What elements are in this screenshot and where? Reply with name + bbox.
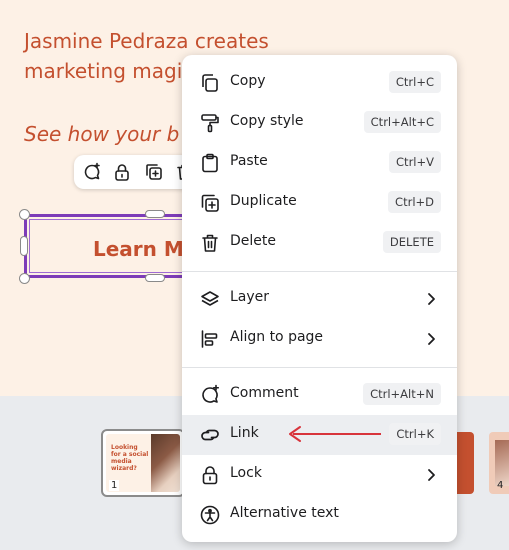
- menu-item-comment[interactable]: Comment Ctrl+Alt+N: [182, 375, 457, 415]
- page-thumbnail-3[interactable]: [456, 432, 474, 494]
- duplicate-icon: [199, 192, 221, 214]
- menu-item-lock[interactable]: Lock: [182, 455, 457, 495]
- layers-icon: [199, 288, 221, 310]
- chevron-right-icon: [423, 331, 439, 347]
- annotation-arrow-icon: [289, 426, 381, 442]
- menu-item-duplicate[interactable]: Duplicate Ctrl+D: [182, 183, 457, 223]
- chevron-right-icon: [423, 291, 439, 307]
- page-number: 1: [109, 480, 120, 491]
- shortcut-badge: Ctrl+Alt+C: [363, 111, 441, 133]
- menu-item-label: Comment: [230, 385, 299, 401]
- menu-item-label: Paste: [230, 153, 268, 169]
- resize-handle-bottom-left[interactable]: [19, 273, 30, 284]
- clipboard-icon: [199, 152, 221, 174]
- menu-item-label: Copy: [230, 73, 266, 89]
- menu-item-delete[interactable]: Delete DELETE: [182, 223, 457, 263]
- menu-item-align-to-page[interactable]: Align to page: [182, 319, 457, 359]
- menu-item-label: Delete: [230, 233, 276, 249]
- thumbnail-title: Looking for a social media wizard?: [111, 444, 149, 472]
- menu-item-label: Copy style: [230, 113, 304, 129]
- resize-handle-top[interactable]: [145, 210, 165, 218]
- menu-item-label: Layer: [230, 289, 270, 305]
- paint-roller-icon: [199, 112, 221, 134]
- resize-handle-left[interactable]: [20, 236, 28, 256]
- thumbnail-photo: [151, 434, 180, 492]
- align-left-icon: [199, 328, 221, 350]
- menu-item-label: Align to page: [230, 329, 324, 345]
- menu-item-copy[interactable]: Copy Ctrl+C: [182, 63, 457, 103]
- context-menu: Copy Ctrl+C Copy style Ctrl+Alt+C Paste …: [182, 55, 457, 542]
- comment-add-icon[interactable]: [82, 162, 102, 182]
- page-thumbnail-1[interactable]: Looking for a social media wizard? 1: [101, 429, 185, 497]
- lock-icon: [199, 464, 221, 486]
- duplicate-icon[interactable]: [144, 162, 164, 182]
- menu-item-label: Alternative text: [230, 505, 339, 521]
- menu-item-layer[interactable]: Layer: [182, 279, 457, 319]
- shortcut-badge: Ctrl+Alt+N: [363, 383, 441, 405]
- menu-item-alternative-text[interactable]: Alternative text: [182, 495, 457, 535]
- comment-add-icon: [199, 384, 221, 406]
- menu-item-label: Lock: [230, 465, 262, 481]
- chevron-right-icon: [423, 467, 439, 483]
- link-icon: [199, 424, 221, 446]
- lock-icon[interactable]: [112, 162, 132, 182]
- menu-item-label: Link: [230, 425, 259, 441]
- shortcut-badge: Ctrl+V: [389, 151, 441, 173]
- shortcut-badge: Ctrl+C: [388, 71, 441, 93]
- shortcut-badge: Ctrl+K: [389, 423, 441, 445]
- resize-handle-top-left[interactable]: [19, 209, 30, 220]
- menu-item-label: Duplicate: [230, 193, 297, 209]
- copy-icon: [199, 72, 221, 94]
- menu-divider: [182, 367, 457, 368]
- shortcut-badge: Ctrl+D: [388, 191, 441, 213]
- menu-item-paste[interactable]: Paste Ctrl+V: [182, 143, 457, 183]
- subline-text[interactable]: See how your b: [24, 122, 179, 146]
- page-number: 4: [497, 480, 504, 491]
- menu-divider: [182, 271, 457, 272]
- page-thumbnail-4[interactable]: 4: [489, 432, 509, 494]
- resize-handle-bottom[interactable]: [145, 274, 165, 282]
- trash-icon: [199, 232, 221, 254]
- shortcut-badge: DELETE: [382, 231, 441, 253]
- menu-item-copy-style[interactable]: Copy style Ctrl+Alt+C: [182, 103, 457, 143]
- accessibility-icon: [199, 504, 221, 526]
